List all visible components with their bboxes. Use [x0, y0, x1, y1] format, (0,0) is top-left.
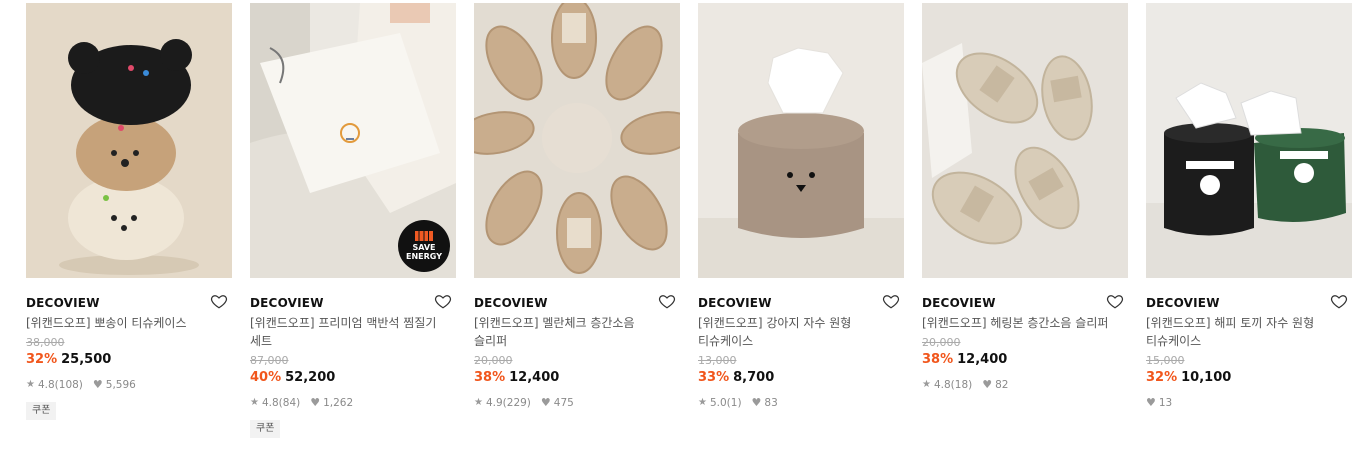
like-icon: ♥: [310, 396, 321, 409]
discount-rate: 32%: [1146, 370, 1178, 385]
like-icon: ♥: [1146, 396, 1156, 409]
review-meta: ★ 4.9 (229) ♥ 475: [474, 396, 680, 410]
review-count: (108): [54, 379, 83, 391]
star-icon: ★: [250, 397, 259, 408]
heart-icon[interactable]: [1106, 292, 1124, 310]
heart-icon[interactable]: [658, 292, 676, 310]
discount-rate: 38%: [474, 370, 506, 385]
product-card[interactable]: DECOVIEW [위캔드오프] 헤링본 층간소음 슬리퍼 20,000 38%…: [922, 3, 1128, 438]
like-icon: ♥: [540, 396, 551, 409]
product-image[interactable]: [474, 3, 680, 278]
coupon-badge: 쿠폰: [26, 402, 57, 420]
brand-name[interactable]: DECOVIEW: [26, 296, 100, 310]
like-count: 1,262: [323, 397, 354, 409]
like-count: 13: [1158, 397, 1173, 409]
rating: 4.8: [261, 397, 279, 409]
price-row: 38% 12,400: [474, 369, 680, 387]
product-card[interactable]: DECOVIEW [위캔드오프] 해피 토끼 자수 원형 티슈케이스 15,00…: [1146, 3, 1352, 438]
star-icon: ★: [922, 379, 931, 390]
price-row: 38% 12,400: [922, 351, 1128, 369]
brand-name[interactable]: DECOVIEW: [250, 296, 324, 310]
like-count: 83: [764, 397, 778, 409]
star-icon: ★: [698, 397, 707, 408]
product-grid: DECOVIEW [위캔드오프] 뽀송이 티슈케이스 38,000 32% 25,…: [26, 3, 1352, 438]
review-meta: ★ 5.0 (1) ♥ 83: [698, 396, 904, 410]
sale-price: 52,200: [285, 370, 336, 385]
product-title[interactable]: [위캔드오프] 뽀송이 티슈케이스: [26, 314, 232, 332]
product-image[interactable]: [1146, 3, 1352, 278]
star-icon: ★: [474, 397, 483, 408]
price-row: 33% 8,700: [698, 369, 904, 387]
review-count: (84): [278, 397, 301, 409]
discount-rate: 38%: [922, 352, 954, 367]
product-card[interactable]: DECOVIEW [위캔드오프] 뽀송이 티슈케이스 38,000 32% 25,…: [26, 3, 232, 438]
like-icon: ♥: [92, 378, 103, 391]
product-title[interactable]: [위캔드오프] 멜란체크 층간소음 슬리퍼: [474, 314, 680, 350]
heart-icon[interactable]: [434, 292, 452, 310]
price-row: 32% 25,500: [26, 351, 232, 369]
product-image[interactable]: SAVE ENERGY: [250, 3, 456, 278]
review-meta: ★ 4.8 (18) ♥ 82: [922, 378, 1128, 392]
heart-icon[interactable]: [210, 292, 228, 310]
like-count: 475: [553, 397, 574, 409]
review-count: (1): [726, 397, 742, 409]
brand-name[interactable]: DECOVIEW: [1146, 296, 1220, 310]
product-title[interactable]: [위캔드오프] 헤링본 층간소음 슬리퍼: [922, 314, 1128, 332]
discount-rate: 40%: [250, 370, 282, 385]
review-meta: ★ 4.8 (84) ♥ 1,262: [250, 396, 456, 410]
rating: 4.8: [933, 379, 951, 391]
coupon-badge: 쿠폰: [250, 420, 281, 438]
original-price: 15,000: [1146, 354, 1185, 367]
review-meta: ♥ 13: [1146, 396, 1352, 410]
rating: 5.0: [709, 397, 727, 409]
review-count: (18): [950, 379, 973, 391]
like-count: 82: [995, 379, 1009, 391]
discount-rate: 33%: [698, 370, 730, 385]
sale-price: 12,400: [509, 370, 560, 385]
original-price: 13,000: [698, 354, 737, 367]
review-meta: ★ 4.8 (108) ♥ 5,596: [26, 378, 232, 392]
price-row: 32% 10,100: [1146, 369, 1352, 387]
product-image[interactable]: [698, 3, 904, 278]
discount-rate: 32%: [26, 352, 58, 367]
product-card[interactable]: DECOVIEW [위캔드오프] 멜란체크 층간소음 슬리퍼 20,000 38…: [474, 3, 680, 438]
product-image[interactable]: [922, 3, 1128, 278]
original-price: 20,000: [922, 336, 961, 349]
like-icon: ♥: [982, 378, 993, 391]
brand-name[interactable]: DECOVIEW: [474, 296, 548, 310]
rating: 4.8: [37, 379, 55, 391]
sale-price: 8,700: [733, 370, 775, 385]
sale-price: 25,500: [61, 352, 112, 367]
original-price: 38,000: [26, 336, 65, 349]
sale-price: 12,400: [957, 352, 1008, 367]
like-icon: ♥: [751, 396, 762, 409]
price-row: 40% 52,200: [250, 369, 456, 387]
brand-name[interactable]: DECOVIEW: [922, 296, 996, 310]
brand-name[interactable]: DECOVIEW: [698, 296, 772, 310]
sale-price: 10,100: [1181, 370, 1232, 385]
product-title[interactable]: [위캔드오프] 해피 토끼 자수 원형 티슈케이스: [1146, 314, 1352, 350]
star-icon: ★: [26, 379, 35, 390]
heart-icon[interactable]: [1330, 292, 1348, 310]
original-price: 20,000: [474, 354, 513, 367]
product-title[interactable]: [위캔드오프] 프리미엄 맥반석 찜질기 세트: [250, 314, 456, 350]
product-card[interactable]: DECOVIEW [위캔드오프] 강아지 자수 원형 티슈케이스 13,000 …: [698, 3, 904, 438]
heart-icon[interactable]: [882, 292, 900, 310]
product-card[interactable]: SAVE ENERGY DECOVIEW [위캔드오프] 프리미엄 맥반석 찜질…: [250, 3, 456, 438]
like-count: 5,596: [105, 379, 136, 391]
original-price: 87,000: [250, 354, 289, 367]
product-image[interactable]: [26, 3, 232, 278]
save-energy-badge: SAVE ENERGY: [398, 220, 450, 272]
product-title[interactable]: [위캔드오프] 강아지 자수 원형 티슈케이스: [698, 314, 904, 350]
rating: 4.9: [485, 397, 503, 409]
review-count: (229): [502, 397, 531, 409]
